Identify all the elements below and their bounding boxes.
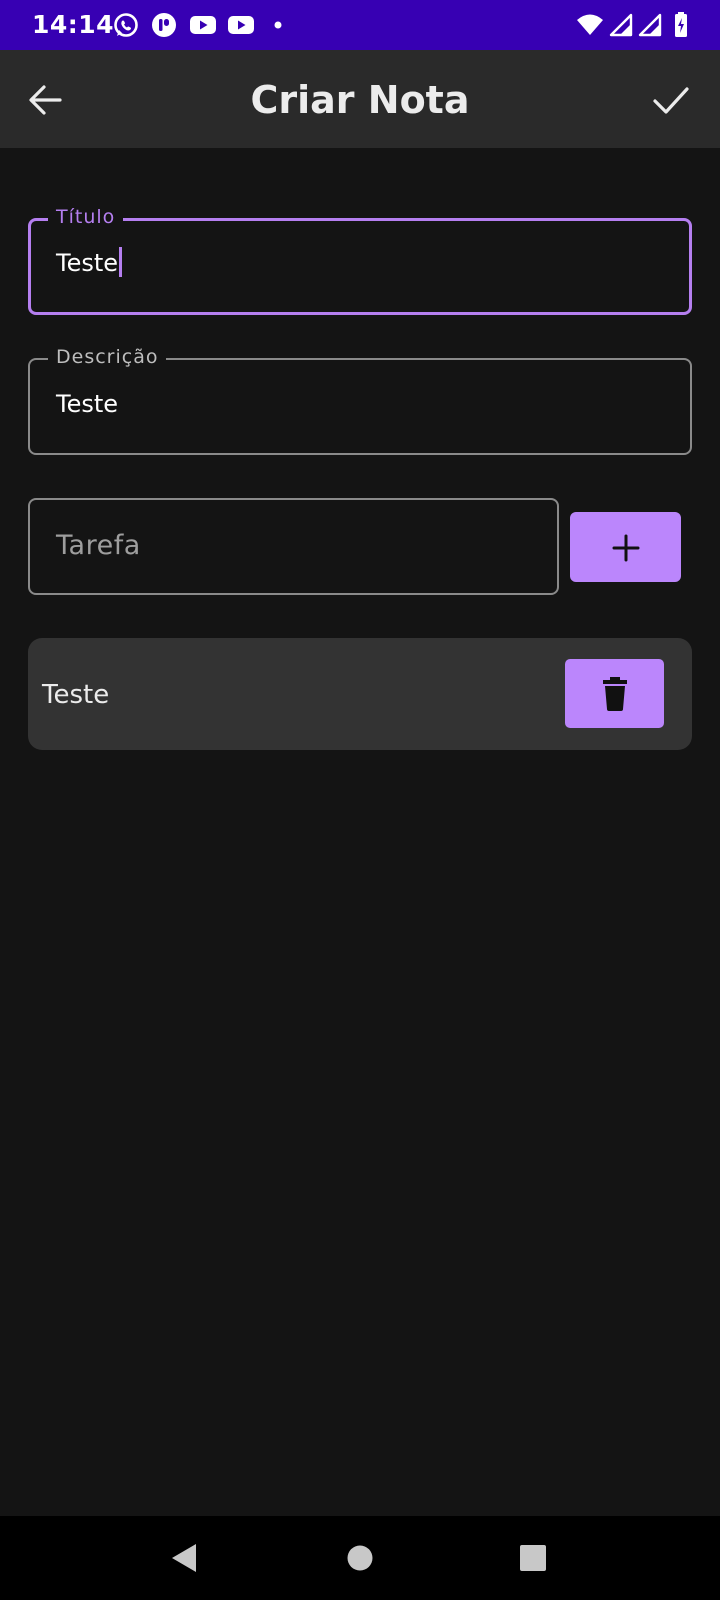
battery-charging-icon — [674, 12, 690, 42]
add-task-button[interactable] — [570, 512, 681, 582]
system-nav-bar — [0, 1516, 720, 1600]
task-label: Teste — [42, 680, 110, 710]
youtube-icon — [227, 12, 255, 42]
status-time: 14:14 — [32, 10, 115, 39]
title-input[interactable]: Teste — [56, 247, 123, 279]
youtube-icon — [189, 12, 217, 42]
text-cursor — [119, 247, 123, 277]
signal-icon — [638, 12, 662, 42]
description-field-label: Descrição — [48, 345, 167, 369]
description-input[interactable]: Teste — [56, 388, 118, 420]
description-field[interactable]: Descrição Teste — [28, 345, 692, 455]
app-bar: Criar Nota — [0, 50, 720, 148]
task-field[interactable]: Tarefa — [28, 498, 559, 595]
trash-icon — [603, 677, 627, 711]
whatsapp-icon — [113, 12, 139, 42]
delete-task-button[interactable] — [565, 659, 664, 728]
title-field-label: Título — [48, 205, 124, 229]
task-list-item: Teste — [28, 638, 692, 750]
task-input-placeholder[interactable]: Tarefa — [56, 528, 141, 564]
home-circle-icon — [347, 1545, 373, 1571]
nav-back-button[interactable] — [170, 1542, 198, 1578]
wifi-icon — [576, 12, 604, 42]
notification-dot-icon — [273, 12, 283, 42]
title-input-value: Teste — [56, 249, 119, 277]
nav-home-button[interactable] — [346, 1544, 374, 1576]
nav-recents-button[interactable] — [519, 1544, 547, 1576]
recents-square-icon — [520, 1545, 546, 1571]
save-button[interactable] — [646, 76, 696, 124]
plus-icon — [612, 534, 640, 562]
app-notification-icon — [151, 12, 177, 42]
signal-icon — [609, 12, 633, 42]
back-button[interactable] — [22, 76, 70, 124]
page-title: Criar Nota — [250, 78, 470, 122]
check-icon — [653, 87, 689, 114]
back-triangle-icon — [172, 1544, 196, 1572]
title-field[interactable]: Título Teste — [28, 205, 692, 315]
status-bar: 14:14 — [0, 0, 720, 50]
arrow-back-icon — [29, 85, 62, 115]
screen: 14:14 Criar Nota Título Teste Descrição … — [0, 0, 720, 1600]
